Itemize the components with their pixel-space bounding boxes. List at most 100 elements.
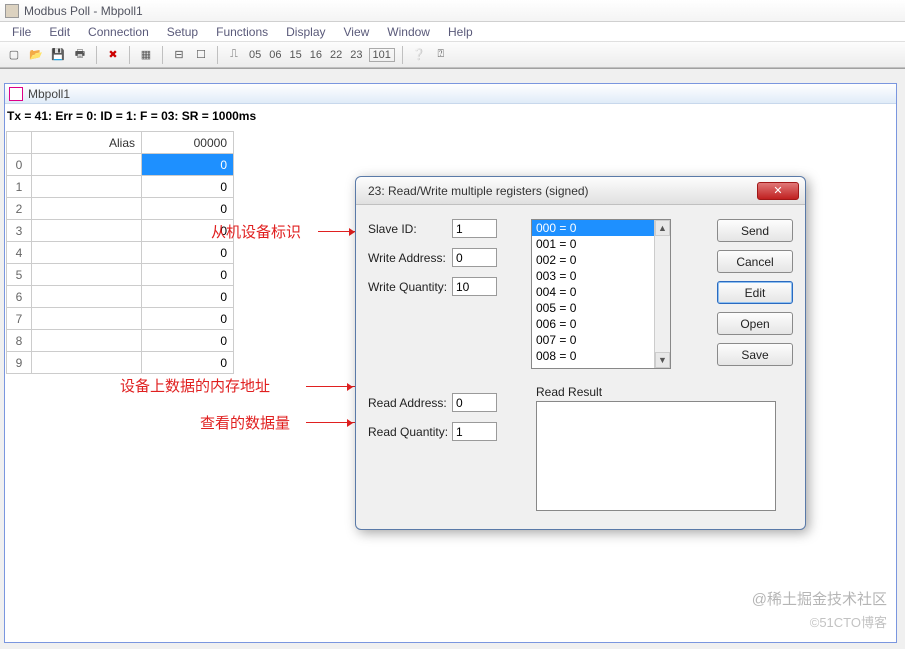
document-title: Mbpoll1 [28, 87, 70, 101]
alias-cell[interactable] [32, 308, 142, 330]
pulse-icon[interactable]: ⎍ [225, 46, 243, 64]
write-quantity-input[interactable] [452, 277, 497, 296]
list-item[interactable]: 006 = 0 [532, 316, 670, 332]
write-quantity-label: Write Quantity: [368, 280, 452, 294]
table-row[interactable]: 60 [7, 286, 234, 308]
slave-id-input[interactable] [452, 219, 497, 238]
table-row[interactable]: 90 [7, 352, 234, 374]
menu-display[interactable]: Display [278, 23, 333, 41]
menu-edit[interactable]: Edit [41, 23, 78, 41]
alias-cell[interactable] [32, 264, 142, 286]
alias-cell[interactable] [32, 198, 142, 220]
table-row[interactable]: 30 [7, 220, 234, 242]
open-icon[interactable]: 📂 [27, 46, 45, 64]
table-row[interactable]: 80 [7, 330, 234, 352]
menu-setup[interactable]: Setup [159, 23, 206, 41]
menu-help[interactable]: Help [440, 23, 481, 41]
send-button[interactable]: Send [717, 219, 793, 242]
open-button[interactable]: Open [717, 312, 793, 335]
register-grid: Alias 00000 00102030405060708090 [6, 131, 234, 374]
scroll-up-icon[interactable]: ▲ [655, 220, 670, 236]
status-line: Tx = 41: Err = 0: ID = 1: F = 03: SR = 1… [5, 104, 896, 131]
tb-15[interactable]: 15 [288, 49, 304, 61]
alias-cell[interactable] [32, 330, 142, 352]
write-address-input[interactable] [452, 248, 497, 267]
new-icon[interactable]: ▢ [5, 46, 23, 64]
value-cell[interactable]: 0 [142, 198, 234, 220]
table-row[interactable]: 10 [7, 176, 234, 198]
row-index: 5 [7, 264, 32, 286]
menu-connection[interactable]: Connection [80, 23, 157, 41]
annotation-readaddr-arrow [306, 386, 356, 387]
annotation-readqty-arrow [306, 422, 356, 423]
listbox-scrollbar[interactable]: ▲ ▼ [654, 220, 670, 368]
list-item[interactable]: 000 = 0 [532, 220, 670, 236]
list-item[interactable]: 007 = 0 [532, 332, 670, 348]
tb-23[interactable]: 23 [348, 49, 364, 61]
whatsthis-icon[interactable]: ⍰ [432, 46, 450, 64]
list-item[interactable]: 004 = 0 [532, 284, 670, 300]
register-listbox[interactable]: 000 = 0001 = 0002 = 0003 = 0004 = 0005 =… [531, 219, 671, 369]
value-cell[interactable]: 0 [142, 264, 234, 286]
slave-id-label: Slave ID: [368, 222, 452, 236]
tb-22[interactable]: 22 [328, 49, 344, 61]
table-row[interactable]: 20 [7, 198, 234, 220]
document-icon [9, 87, 23, 101]
cancel-button[interactable]: Cancel [717, 250, 793, 273]
help-icon[interactable]: ❔ [410, 46, 428, 64]
alias-header: Alias [32, 132, 142, 154]
read-address-input[interactable] [452, 393, 497, 412]
tool3-icon[interactable]: ☐ [192, 46, 210, 64]
delete-icon[interactable]: ✖ [104, 46, 122, 64]
toolbar: ▢ 📂 💾 🖶 ✖ ▦ ⊟ ☐ ⎍ 05 06 15 16 22 23 101 … [0, 42, 905, 68]
row-index: 1 [7, 176, 32, 198]
save-button[interactable]: Save [717, 343, 793, 366]
tool2-icon[interactable]: ⊟ [170, 46, 188, 64]
menu-view[interactable]: View [336, 23, 378, 41]
save-icon[interactable]: 💾 [49, 46, 67, 64]
read-quantity-input[interactable] [452, 422, 497, 441]
alias-cell[interactable] [32, 154, 142, 176]
value-cell[interactable]: 0 [142, 352, 234, 374]
tb-06[interactable]: 06 [267, 49, 283, 61]
table-row[interactable]: 40 [7, 242, 234, 264]
alias-cell[interactable] [32, 286, 142, 308]
value-cell[interactable]: 0 [142, 308, 234, 330]
value-cell[interactable]: 0 [142, 330, 234, 352]
list-item[interactable]: 001 = 0 [532, 236, 670, 252]
table-row[interactable]: 00 [7, 154, 234, 176]
corner-header [7, 132, 32, 154]
dialog-titlebar[interactable]: 23: Read/Write multiple registers (signe… [356, 177, 805, 205]
table-row[interactable]: 50 [7, 264, 234, 286]
readwrite-dialog: 23: Read/Write multiple registers (signe… [355, 176, 806, 530]
value-cell[interactable]: 0 [142, 242, 234, 264]
value-cell[interactable]: 0 [142, 176, 234, 198]
list-item[interactable]: 005 = 0 [532, 300, 670, 316]
alias-cell[interactable] [32, 176, 142, 198]
close-button[interactable]: ✕ [757, 182, 799, 200]
tb-16[interactable]: 16 [308, 49, 324, 61]
scroll-down-icon[interactable]: ▼ [655, 352, 670, 368]
value-cell[interactable]: 0 [142, 286, 234, 308]
alias-cell[interactable] [32, 220, 142, 242]
tool1-icon[interactable]: ▦ [137, 46, 155, 64]
menu-window[interactable]: Window [379, 23, 438, 41]
row-index: 8 [7, 330, 32, 352]
print-icon[interactable]: 🖶 [71, 46, 89, 64]
list-item[interactable]: 008 = 0 [532, 348, 670, 364]
tb-05[interactable]: 05 [247, 49, 263, 61]
edit-button[interactable]: Edit [717, 281, 793, 304]
alias-cell[interactable] [32, 352, 142, 374]
menubar: File Edit Connection Setup Functions Dis… [0, 22, 905, 42]
table-row[interactable]: 70 [7, 308, 234, 330]
tb-101[interactable]: 101 [369, 48, 395, 62]
list-item[interactable]: 002 = 0 [532, 252, 670, 268]
row-index: 6 [7, 286, 32, 308]
menu-file[interactable]: File [4, 23, 39, 41]
alias-cell[interactable] [32, 242, 142, 264]
list-item[interactable]: 003 = 0 [532, 268, 670, 284]
document-titlebar[interactable]: Mbpoll1 [5, 84, 896, 104]
value-cell[interactable]: 0 [142, 220, 234, 242]
menu-functions[interactable]: Functions [208, 23, 276, 41]
value-cell[interactable]: 0 [142, 154, 234, 176]
